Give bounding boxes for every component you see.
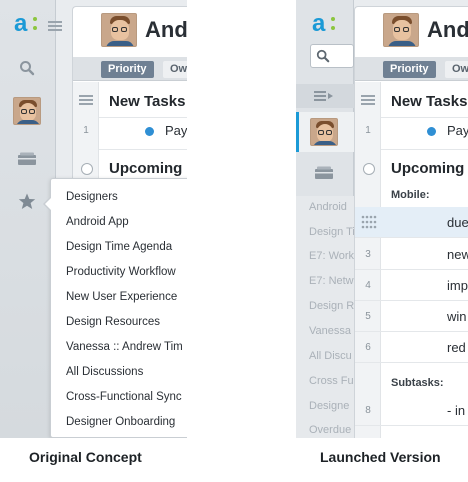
task-row-selected[interactable]: due <box>355 207 468 238</box>
search-input[interactable] <box>310 44 354 68</box>
logo-dots <box>33 17 37 31</box>
section-toggle-icon[interactable] <box>81 163 93 175</box>
menu-item-new-user-experience[interactable]: New User Experience <box>66 290 177 304</box>
logo-dots <box>331 17 335 31</box>
task-bullet <box>145 127 154 136</box>
sidebar-project[interactable]: Vanessa <box>309 325 351 337</box>
menu-item-productivity-workflow[interactable]: Productivity Workflow <box>66 265 176 279</box>
section-new-tasks[interactable]: New Tasks <box>109 93 185 110</box>
menu-item-designers[interactable]: Designers <box>66 190 118 204</box>
task-row[interactable]: 6 red <box>355 332 468 363</box>
menu-item-all-discussions[interactable]: All Discussions <box>66 365 143 379</box>
inbox-icon[interactable] <box>17 152 37 166</box>
task-row[interactable]: 5 win <box>355 301 468 332</box>
section-upcoming[interactable]: Upcoming <box>109 160 182 177</box>
task-item[interactable]: Pay <box>447 123 468 138</box>
task-row[interactable]: 8 - in <box>355 395 468 426</box>
drag-dots-icon[interactable] <box>361 215 377 229</box>
active-indicator <box>296 112 299 152</box>
task-text: imp <box>447 278 468 293</box>
star-icon[interactable] <box>18 193 36 210</box>
sidebar-project[interactable]: Cross Fu <box>309 375 354 387</box>
tab-owner[interactable]: Ow <box>445 61 468 78</box>
user-avatar[interactable] <box>13 97 41 125</box>
popover-arrow-inner <box>45 197 52 211</box>
line-number: 1 <box>83 125 89 136</box>
section-toggle-icon[interactable] <box>363 163 375 175</box>
search-icon[interactable] <box>19 60 35 76</box>
asana-logo: a <box>14 10 28 37</box>
original-concept-panel: a Andr Priority Ow <box>0 0 187 438</box>
menu-item-cross-functional-sync[interactable]: Cross-Functional Sync <box>66 390 182 404</box>
user-avatar[interactable] <box>310 118 338 146</box>
line-number: 4 <box>365 280 371 291</box>
menu-item-designer-onboarding[interactable]: Designer Onboarding <box>66 415 175 429</box>
collapse-list-icon[interactable] <box>314 90 334 102</box>
task-row[interactable]: 3 new <box>355 239 468 270</box>
task-text: - in <box>447 403 466 418</box>
drag-handle-icon[interactable] <box>79 95 93 106</box>
search-icon <box>316 49 330 63</box>
caption-original: Original Concept <box>29 449 142 465</box>
task-pane: And Priority Ow New Tasks 1 Pay Upcoming… <box>354 6 468 438</box>
sidebar-project[interactable]: Android <box>309 201 347 213</box>
drag-handle-icon[interactable] <box>361 95 375 106</box>
label-subtasks: Subtasks: <box>391 377 444 389</box>
sidebar: a Android Design Ti E7: Work E7: Netw De… <box>296 0 355 438</box>
label-mobile: Mobile: <box>391 189 430 201</box>
task-text: red <box>447 340 466 355</box>
menu-item-android-app[interactable]: Android App <box>66 215 129 229</box>
divider <box>381 117 468 118</box>
sidebar-project[interactable]: E7: Netw <box>309 275 354 287</box>
section-upcoming[interactable]: Upcoming <box>391 160 464 177</box>
sidebar-project[interactable]: Design Ti <box>309 226 355 238</box>
line-number: 1 <box>365 125 371 136</box>
tab-owner[interactable]: Ow <box>163 61 187 78</box>
divider <box>381 149 468 150</box>
sidebar-project[interactable]: Design R <box>309 300 354 312</box>
inbox-icon[interactable] <box>314 166 334 180</box>
menu-item-design-resources[interactable]: Design Resources <box>66 315 160 329</box>
menu-item-design-time-agenda[interactable]: Design Time Agenda <box>66 240 172 254</box>
sidebar: a <box>0 0 62 438</box>
sidebar-project[interactable]: All Discu <box>309 350 352 362</box>
task-text: new <box>447 247 468 262</box>
line-number: 8 <box>365 405 371 416</box>
task-row[interactable]: 4 imp <box>355 270 468 301</box>
divider <box>99 149 187 150</box>
line-number: 5 <box>365 311 371 322</box>
favorites-popover: Designers Android App Design Time Agenda… <box>50 178 187 438</box>
tab-bar: Priority Ow <box>73 57 187 81</box>
task-text: due <box>447 215 468 230</box>
section-new-tasks[interactable]: New Tasks <box>391 93 467 110</box>
header-avatar[interactable] <box>383 13 419 47</box>
launched-version-panel: a Android Design Ti E7: Work E7: Netw De… <box>296 0 468 438</box>
divider <box>99 117 187 118</box>
header-avatar[interactable] <box>101 13 137 47</box>
task-bullet <box>427 127 436 136</box>
sidebar-project[interactable]: Overdue <box>309 424 351 436</box>
list-icon[interactable] <box>48 21 62 32</box>
menu-item-vanessa-andrew[interactable]: Vanessa :: Andrew Tim <box>66 340 183 354</box>
user-name-title: And <box>427 17 468 42</box>
user-name-title: Andr <box>145 17 187 42</box>
tab-priority[interactable]: Priority <box>101 61 154 78</box>
sidebar-project[interactable]: Designe <box>309 400 349 412</box>
task-text: win <box>447 309 467 324</box>
tab-priority[interactable]: Priority <box>383 61 436 78</box>
asana-logo: a <box>312 10 326 37</box>
caption-launched: Launched Version <box>320 449 441 465</box>
sidebar-project[interactable]: E7: Work <box>309 250 354 262</box>
line-number: 6 <box>365 342 371 353</box>
line-number: 3 <box>365 249 371 260</box>
tab-bar: Priority Ow <box>355 57 468 81</box>
task-item[interactable]: Pay <box>165 123 187 138</box>
